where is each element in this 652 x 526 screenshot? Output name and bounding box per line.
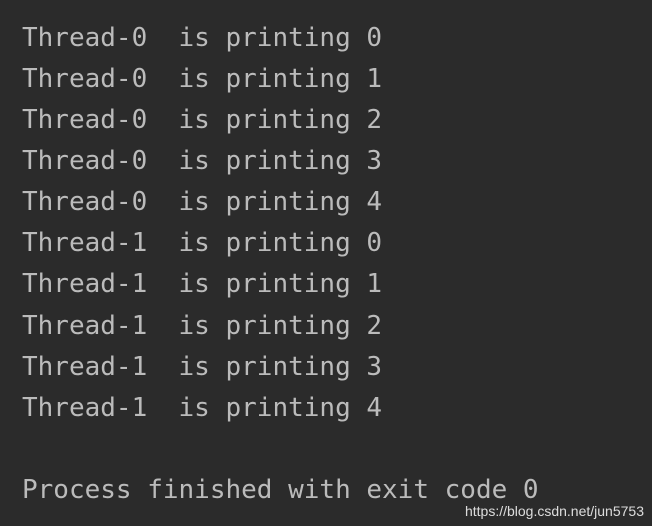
console-line: Thread-1 is printing 2 <box>22 306 630 347</box>
watermark-text: https://blog.csdn.net/jun5753 <box>465 500 644 522</box>
console-line: Thread-1 is printing 1 <box>22 264 630 305</box>
blank-line <box>22 429 630 470</box>
console-line: Thread-0 is printing 3 <box>22 141 630 182</box>
console-output: Thread-0 is printing 0 Thread-0 is print… <box>22 18 630 511</box>
console-line: Thread-1 is printing 3 <box>22 347 630 388</box>
console-line: Thread-0 is printing 0 <box>22 18 630 59</box>
console-line: Thread-0 is printing 1 <box>22 59 630 100</box>
console-line: Thread-1 is printing 4 <box>22 388 630 429</box>
console-line: Thread-0 is printing 2 <box>22 100 630 141</box>
console-line: Thread-1 is printing 0 <box>22 223 630 264</box>
console-line: Thread-0 is printing 4 <box>22 182 630 223</box>
